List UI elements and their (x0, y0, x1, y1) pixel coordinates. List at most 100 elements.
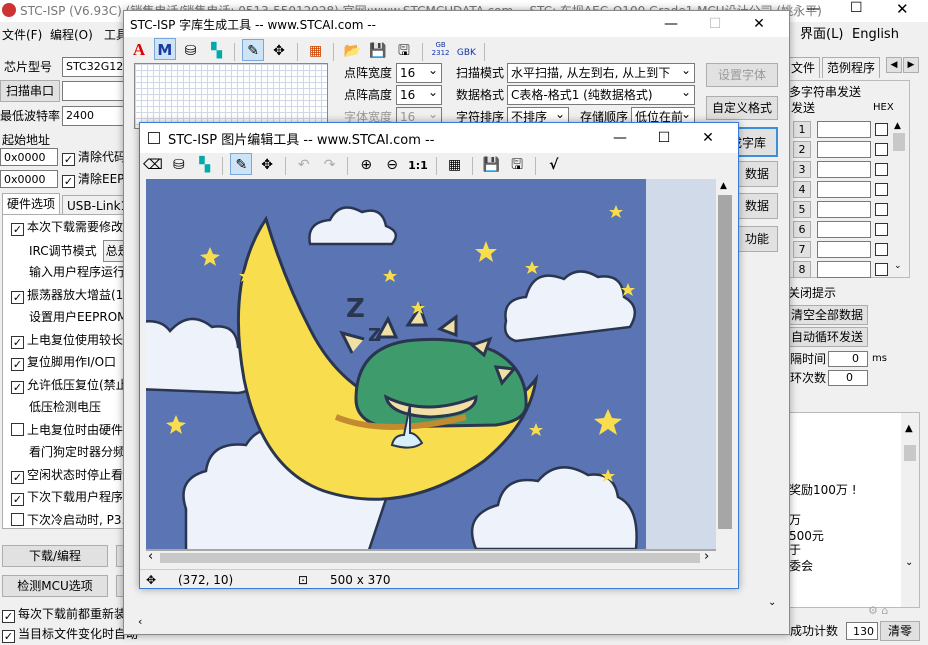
send-row-button[interactable]: 7 (793, 241, 811, 258)
undo-icon[interactable]: ↶ (293, 154, 315, 176)
menu-interface[interactable]: 界面(L) (800, 26, 843, 44)
menu-english[interactable]: English (852, 26, 899, 44)
save-icon[interactable]: 💾 (367, 40, 389, 62)
zoom-in-icon[interactable]: ⊕ (355, 154, 377, 176)
scroll-left-icon[interactable]: ‹ (138, 615, 142, 628)
hex-checkbox[interactable] (875, 243, 888, 256)
chip-select[interactable]: STC32G12K1 (62, 57, 130, 77)
hex-checkbox[interactable] (875, 223, 888, 236)
check-mcu-button[interactable]: 检测MCU选项 (2, 575, 108, 597)
hw-option-row[interactable]: ✓ 本次下载需要修改 (11, 217, 123, 237)
font-a-icon[interactable]: A (128, 39, 150, 61)
gb2312-icon[interactable]: GB 2312 (430, 38, 452, 60)
reload-change-checkbox[interactable]: ✓ 当目标文件变化时自动 (2, 625, 138, 643)
hw-option-row[interactable]: ✓ 复位脚用作I/O口 (11, 352, 116, 372)
hw-option-row[interactable]: ✓ 空闲状态时停止看 (11, 465, 123, 485)
send-row-button[interactable]: 3 (793, 161, 811, 178)
maximize-icon[interactable]: ☐ (693, 9, 737, 39)
set-font-button[interactable]: 设置字体 (706, 63, 778, 87)
send-row-button[interactable]: 4 (793, 181, 811, 198)
addr-field-1[interactable]: 0x0000 (0, 148, 58, 166)
color-icon[interactable]: ▚ (205, 40, 227, 62)
send-row-input[interactable] (817, 261, 871, 278)
scan-mode-select[interactable]: 水平扫描, 从左到右, 从上到下 (507, 63, 695, 83)
fill-icon[interactable]: ⛁ (180, 40, 202, 62)
addr-field-2[interactable]: 0x0000 (0, 170, 58, 188)
scan-port-button[interactable]: 扫描串口 (0, 80, 60, 102)
fill-icon[interactable]: ⛁ (168, 154, 190, 176)
send-row-input[interactable] (817, 181, 871, 198)
height-select[interactable]: 16 (396, 85, 442, 105)
reload-each-checkbox[interactable]: ✓ 每次下载前都重新装载 (2, 605, 138, 623)
auto-loop-button[interactable]: 自动循环发送 (786, 327, 868, 347)
tab-examples[interactable]: 范例程序 (822, 57, 881, 78)
pencil-icon[interactable]: ✎ (230, 153, 253, 175)
send-row-button[interactable]: 5 (793, 201, 811, 218)
redo-icon[interactable]: ↷ (319, 154, 341, 176)
close-prompt-checkbox[interactable]: 关闭提示 (788, 284, 836, 302)
clear-count-button[interactable]: 清零 (880, 621, 920, 641)
minimize-icon[interactable]: — (598, 123, 642, 153)
eraser-icon[interactable]: ⌫ (142, 154, 164, 176)
close-icon[interactable]: ✕ (686, 123, 730, 153)
move-icon[interactable]: ✥ (256, 154, 278, 176)
hw-option-row[interactable]: ✓ 下次下载用户程序 (11, 487, 123, 507)
loop-field[interactable]: 0 (828, 370, 868, 386)
tab-scroll-left-icon[interactable]: ◀ (886, 57, 902, 73)
menu-program[interactable]: 编程(O) (50, 26, 93, 44)
minimize-icon[interactable]: — (806, 1, 820, 17)
grid-icon[interactable]: ▦ (444, 154, 466, 176)
interval-field[interactable]: 0 (828, 351, 868, 367)
send-row-input[interactable] (817, 241, 871, 258)
close-icon[interactable]: ✕ (737, 9, 781, 39)
close-icon[interactable]: ✕ (896, 0, 909, 18)
scroll-right-icon[interactable]: › (704, 549, 709, 564)
send-row-button[interactable]: 1 (793, 121, 811, 138)
scroll-down-icon[interactable]: ⌄ (894, 261, 902, 271)
send-row-input[interactable] (817, 201, 871, 218)
canvas-hscroll[interactable]: ‹ › (146, 549, 716, 565)
color-icon[interactable]: ▚ (194, 154, 216, 176)
hw-option-row[interactable]: ✓ 允许低压复位(禁止 (11, 375, 128, 395)
baud-select[interactable]: 2400 (62, 106, 130, 126)
confirm-icon[interactable]: √ (543, 154, 565, 176)
scroll-down-icon[interactable]: ⌄ (768, 597, 776, 608)
move-icon[interactable]: ✥ (268, 40, 290, 62)
hw-option-row[interactable]: 下次冷启动时, P3. (11, 510, 125, 530)
send-row-button[interactable]: 8 (793, 261, 811, 278)
scroll-down-icon[interactable]: ⌄ (905, 557, 913, 568)
image-canvas[interactable]: Z Z (146, 179, 646, 549)
minimize-icon[interactable]: — (649, 9, 693, 39)
port-select[interactable] (62, 81, 130, 101)
hex-checkbox[interactable] (875, 263, 888, 276)
scroll-up-icon[interactable]: ▲ (720, 181, 727, 191)
hex-checkbox[interactable] (875, 123, 888, 136)
hw-option-row[interactable]: ✓ 振荡器放大增益(1 (11, 285, 123, 305)
zoom-out-icon[interactable]: ⊖ (381, 154, 403, 176)
custom-format-button[interactable]: 自定义格式 (706, 96, 778, 120)
gbk-icon[interactable]: GBK (455, 42, 477, 64)
send-row-button[interactable]: 6 (793, 221, 811, 238)
scroll-up-icon[interactable]: ▲ (894, 121, 901, 131)
font-preview-grid[interactable] (134, 63, 328, 129)
clear-code-checkbox[interactable]: ✓ 清除代码 (62, 148, 126, 166)
palette-icon[interactable]: ▦ (305, 40, 327, 62)
data-format-select[interactable]: C表格-格式1 (纯数据格式) (507, 85, 695, 105)
scroll-thumb[interactable] (718, 195, 732, 529)
font-m-icon[interactable]: M (153, 38, 176, 60)
save-as-icon[interactable]: 🖫 (506, 154, 528, 176)
scroll-thumb[interactable] (904, 445, 916, 461)
scroll-left-icon[interactable]: ‹ (148, 549, 153, 564)
multi-send-scrollbar[interactable]: ▲ ⌄ (891, 121, 907, 273)
download-button[interactable]: 下载/编程 (2, 545, 108, 567)
tab-hardware[interactable]: 硬件选项 (2, 193, 61, 214)
canvas-vscroll[interactable]: ▲ (716, 179, 734, 551)
save-icon[interactable]: 💾 (480, 154, 502, 176)
scroll-up-icon[interactable]: ▲ (905, 423, 913, 434)
scroll-thumb[interactable] (160, 553, 700, 563)
scroll-thumb[interactable] (893, 133, 905, 151)
hw-option-row[interactable]: 上电复位时由硬件 (11, 420, 123, 440)
save-as-icon[interactable]: 🖫 (393, 40, 415, 62)
clear-all-button[interactable]: 清空全部数据 (786, 305, 868, 325)
menu-file[interactable]: 文件(F) (2, 26, 42, 44)
